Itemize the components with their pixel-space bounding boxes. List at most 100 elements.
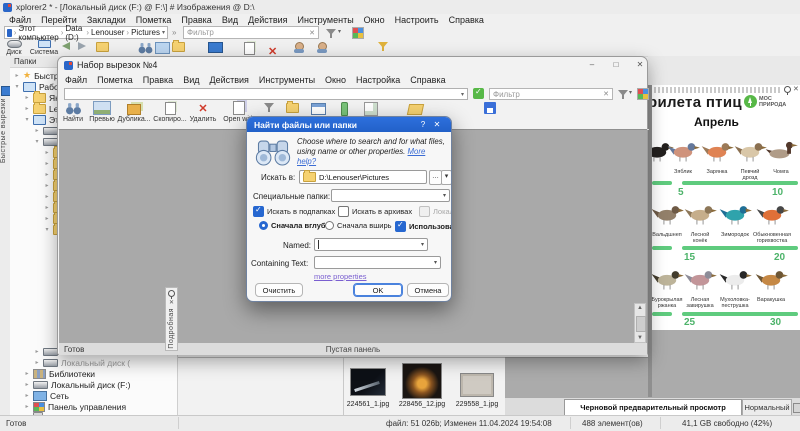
tab-draft-preview[interactable]: Черновой предварительный просмотр (564, 399, 742, 415)
detail-vertical-tab[interactable]: ✕ Подробная (165, 287, 178, 351)
user-icon[interactable] (294, 42, 309, 54)
close-icon[interactable]: ✕ (793, 85, 799, 93)
pin-icon[interactable] (784, 86, 791, 95)
subfolders-checkbox[interactable]: Искать в подпапках (253, 205, 335, 217)
close-button[interactable]: ✕ (430, 120, 444, 129)
scroll-up-icon[interactable]: ▲ (635, 305, 645, 311)
users-icon[interactable] (317, 42, 332, 54)
back-icon[interactable] (62, 42, 76, 54)
clear-filter-icon[interactable]: ✕ (309, 29, 315, 37)
pane-drag-handle[interactable] (654, 87, 780, 93)
menu-view[interactable]: Вид (178, 75, 204, 85)
filter-funnel-icon[interactable] (618, 90, 628, 99)
delete-button[interactable]: ✕ Удалить (188, 101, 218, 124)
named-input[interactable]: ▾ (314, 238, 428, 251)
table-icon[interactable] (311, 103, 326, 115)
tab-scroll-icon[interactable] (793, 403, 800, 413)
chevron-down-icon[interactable]: ▾ (461, 91, 464, 98)
search-in-dropdown[interactable]: ▾ (441, 170, 451, 185)
crumb-this-pc[interactable]: Этот компьютер (18, 24, 58, 42)
crumb-pictures[interactable]: Pictures (131, 28, 160, 37)
menu-settings[interactable]: Настройка (351, 75, 405, 85)
special-folders-combo[interactable]: ▾ (331, 189, 450, 202)
bottle-icon[interactable] (341, 102, 355, 116)
panel-icon[interactable] (208, 42, 223, 54)
menu-window[interactable]: Окно (320, 75, 351, 85)
tab-normal[interactable]: Нормальный (742, 399, 792, 415)
funnel-icon[interactable] (264, 103, 278, 115)
filter-input[interactable]: Фильтр ✕ (489, 88, 613, 100)
menu-view[interactable]: Вид (217, 15, 243, 25)
path-combo[interactable]: ▾ (64, 88, 468, 100)
menu-mark[interactable]: Пометка (92, 75, 138, 85)
thumbnail-image[interactable] (460, 373, 494, 397)
menu-file[interactable]: Файл (60, 75, 92, 85)
copy-icon[interactable] (244, 42, 258, 55)
filter-funnel-icon[interactable] (326, 29, 336, 38)
search-in-combo[interactable]: D:\Lenouser\Pictures (299, 170, 427, 184)
folder-icon[interactable] (286, 101, 300, 115)
menu-tools[interactable]: Инструменты (254, 75, 320, 85)
crumb-data-d[interactable]: Data (D:) (65, 24, 84, 42)
tree-item-local-disk-f[interactable]: ▸ Локальный диск (F:) (24, 379, 130, 390)
folder-icon[interactable] (172, 40, 186, 54)
scroll-down-icon[interactable]: ▼ (635, 335, 645, 341)
checkbox-checked-icon[interactable] (253, 205, 264, 217)
menu-edit[interactable]: Правка (138, 75, 178, 85)
up-folder-icon[interactable] (96, 42, 110, 54)
more-properties-link[interactable]: more properties (314, 272, 367, 281)
archives-checkbox[interactable]: Искать в архивах (338, 206, 412, 217)
color-grid-icon[interactable] (637, 88, 649, 100)
checkbox-checked-icon[interactable] (395, 221, 406, 232)
system-button[interactable]: Система (27, 40, 61, 56)
pin-icon[interactable] (168, 290, 175, 299)
preview-icon[interactable] (155, 42, 170, 54)
check-grid-icon[interactable] (364, 102, 378, 116)
menu-edit[interactable]: Правка (176, 15, 216, 25)
thumbnail-image[interactable] (402, 363, 442, 399)
preview-button[interactable]: Превью (88, 101, 116, 123)
funnel-dropdown-icon[interactable]: ▾ (629, 89, 632, 96)
help-button[interactable]: ? (416, 120, 430, 129)
tree-item-control-panel[interactable]: ▸ Панель управления (24, 401, 126, 412)
clear-button[interactable]: Очистить (255, 283, 303, 297)
chevron-down-icon[interactable]: ▾ (162, 29, 165, 36)
menu-mark[interactable]: Пометка (131, 15, 177, 25)
minimize-button[interactable]: – (586, 59, 598, 71)
delete-icon[interactable]: ✕ (268, 42, 282, 58)
thumbnail-image[interactable] (350, 368, 386, 396)
copy-button[interactable]: Скопиро... (153, 101, 187, 123)
toolbar-overflow-chevron[interactable]: » (172, 28, 176, 37)
filter-input[interactable]: Фильтр ✕ (183, 26, 319, 39)
cancel-button[interactable]: Отмена (407, 283, 449, 297)
radio-selected-icon[interactable] (259, 221, 268, 230)
forward-icon[interactable] (78, 42, 92, 54)
funnel-icon[interactable] (378, 42, 392, 54)
menu-customize[interactable]: Настроить (390, 15, 444, 25)
quick-scraps-vertical-tab[interactable]: Быстрые вырезки (0, 98, 7, 163)
tree-item-libraries[interactable]: ▸ Библиотеки (24, 368, 95, 379)
close-icon[interactable]: ✕ (169, 299, 174, 306)
tree-item-local-disk[interactable]: ▸ Локальный диск ( (34, 357, 130, 368)
go-icon[interactable] (473, 87, 484, 99)
find-button[interactable]: Найти (59, 101, 87, 123)
checkbox-icon[interactable] (338, 206, 349, 217)
menu-actions[interactable]: Действия (204, 75, 253, 85)
save-icon[interactable] (484, 102, 498, 114)
crumb-lenouser[interactable]: Lenouser (91, 28, 124, 37)
tree-item-network[interactable]: ▸ Сеть (24, 390, 69, 401)
menu-help[interactable]: Справка (405, 75, 450, 85)
use-index-checkbox[interactable]: Использовать ин (395, 221, 451, 232)
color-grid-icon[interactable] (352, 27, 364, 39)
vertical-scrollbar[interactable]: ▲ ▼ (634, 303, 646, 343)
breadth-first-radio[interactable]: Сначала вширь (325, 221, 392, 230)
duplicates-button[interactable]: Дублика... (117, 101, 151, 123)
open-folder-icon[interactable] (406, 104, 425, 116)
funnel-dropdown-icon[interactable]: ▾ (338, 28, 341, 35)
ok-button[interactable]: OK (353, 283, 403, 297)
breadcrumb[interactable]: › Этот компьютер › Data (D:) › Lenouser … (4, 24, 168, 42)
clear-filter-icon[interactable]: ✕ (603, 90, 609, 98)
menu-tools[interactable]: Инструменты (293, 15, 359, 25)
binoculars-icon[interactable] (138, 42, 153, 54)
disk-button[interactable]: Диск (2, 40, 26, 56)
